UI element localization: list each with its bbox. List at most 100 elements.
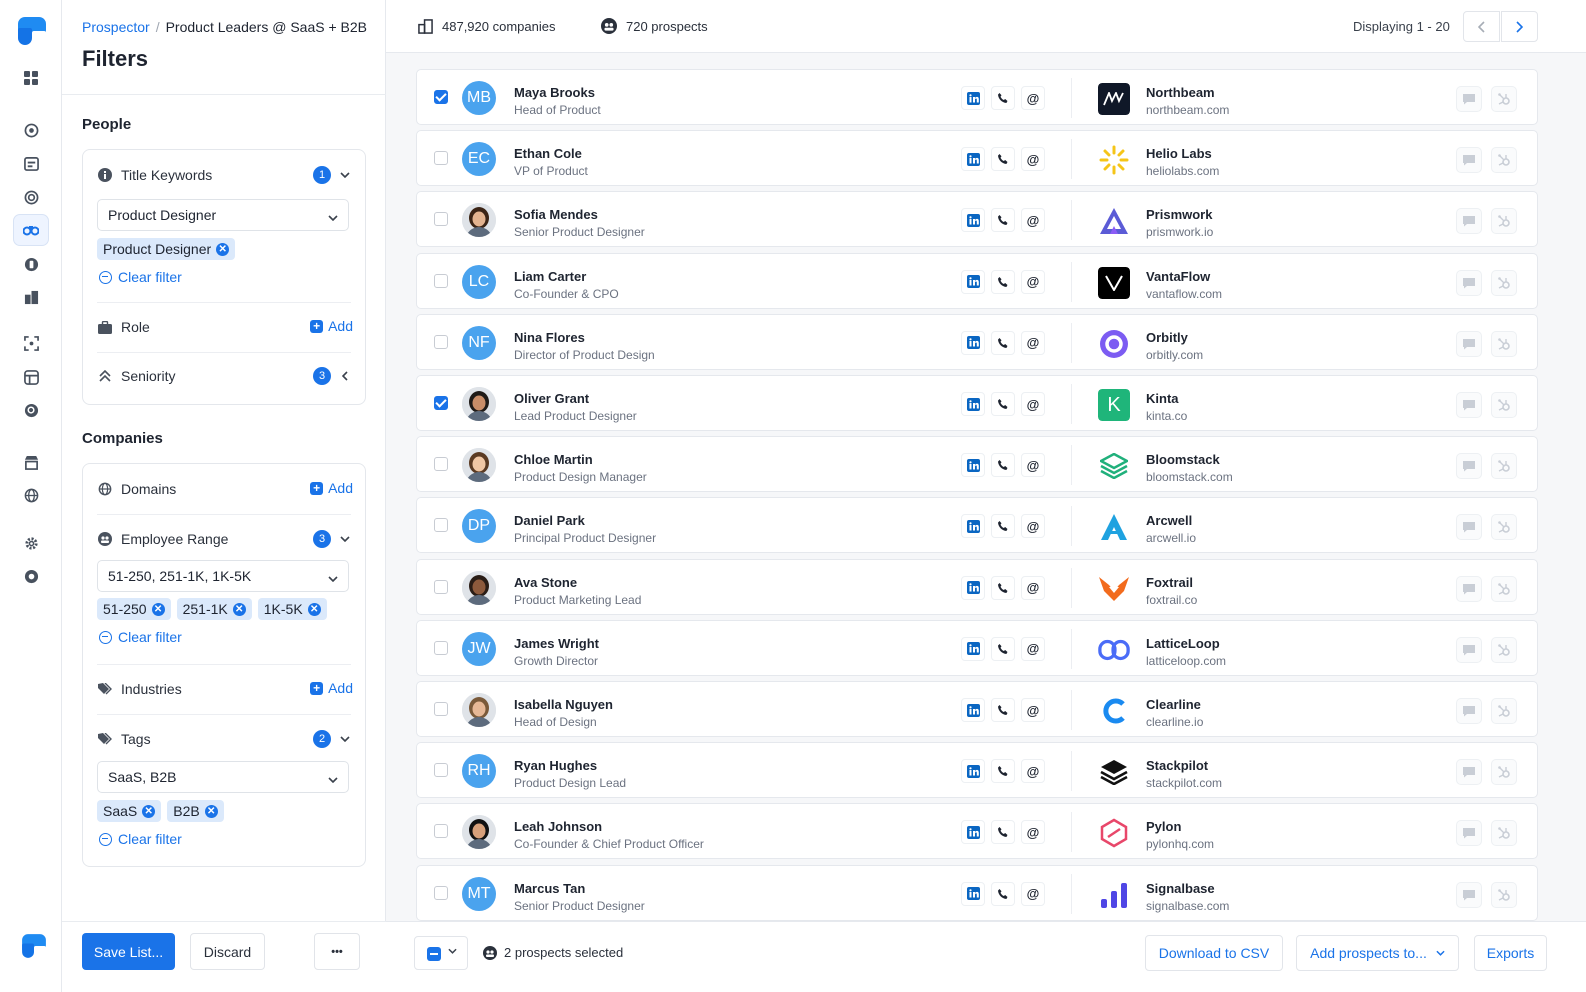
role-filter[interactable]: Role + Add [97, 315, 353, 339]
chevron-down-icon[interactable] [337, 166, 353, 184]
company-domain[interactable]: signalbase.com [1146, 899, 1229, 913]
linkedin-icon[interactable] [961, 453, 985, 478]
phone-icon[interactable] [991, 759, 1015, 784]
company-domain[interactable]: arcwell.io [1146, 531, 1196, 545]
phone-icon[interactable] [991, 820, 1015, 845]
linkedin-icon[interactable] [961, 269, 985, 294]
prospect-name[interactable]: Liam Carter [514, 269, 586, 284]
row-checkbox[interactable] [434, 702, 448, 716]
email-at-icon[interactable]: @ [1021, 514, 1045, 539]
prospect-row[interactable]: JW James Wright Growth Director @ LatticeLoo… [416, 619, 1538, 676]
row-checkbox[interactable] [434, 579, 448, 594]
dashboard-icon[interactable] [18, 65, 44, 91]
email-at-icon[interactable]: @ [1021, 698, 1045, 722]
company-domain[interactable]: prismwork.io [1146, 225, 1213, 239]
hubspot-sync-icon[interactable] [1491, 881, 1517, 908]
remove-chip-icon[interactable]: ✕ [142, 804, 156, 818]
hubspot-sync-icon[interactable] [1491, 820, 1517, 847]
employee-range-filter[interactable]: Employee Range 3 [97, 527, 353, 551]
chat-bubble-icon[interactable] [1456, 453, 1482, 480]
email-at-icon[interactable]: @ [1021, 208, 1045, 233]
phone-icon[interactable] [991, 208, 1015, 233]
company-name[interactable]: Bloomstack [1146, 452, 1220, 467]
chat-bubble-icon[interactable] [1456, 208, 1482, 235]
row-checkbox[interactable] [434, 334, 448, 349]
hubspot-sync-icon[interactable] [1491, 208, 1517, 235]
prospect-row[interactable]: Chloe Martin Product Design Manager @ Bloom… [416, 436, 1538, 493]
prospect-name[interactable]: Isabella Nguyen [514, 697, 613, 712]
support-icon[interactable] [18, 563, 44, 589]
linkedin-icon[interactable] [961, 698, 985, 722]
hubspot-sync-icon[interactable] [1491, 759, 1517, 786]
save-list-button[interactable]: Save List... [82, 933, 175, 970]
chat-bubble-icon[interactable] [1456, 636, 1482, 663]
company-domain[interactable]: kinta.co [1146, 409, 1187, 423]
company-domain[interactable]: stackpilot.com [1146, 776, 1222, 790]
company-domain[interactable]: foxtrail.co [1146, 593, 1197, 607]
company-name[interactable]: Foxtrail [1146, 575, 1193, 590]
row-checkbox[interactable] [434, 90, 448, 104]
row-checkbox[interactable] [434, 212, 448, 227]
clear-filter-link[interactable]: Clear filter [99, 269, 182, 285]
tags-filter[interactable]: Tags 2 [97, 727, 353, 751]
add-prospects-to-button[interactable]: Add prospects to... [1296, 935, 1459, 971]
company-name[interactable]: Pylon [1146, 819, 1181, 834]
phone-icon[interactable] [991, 392, 1015, 416]
prospect-row[interactable]: LC Liam Carter Co-Founder & CPO @ VantaFlow v… [416, 252, 1538, 309]
row-checkbox[interactable] [434, 640, 448, 655]
prospect-name[interactable]: Ava Stone [514, 575, 577, 590]
hubspot-sync-icon[interactable] [1491, 330, 1517, 357]
email-at-icon[interactable]: @ [1021, 86, 1045, 110]
employee-range-select[interactable]: 51-250, 251-1K, 1K-5K [97, 560, 349, 592]
linkedin-icon[interactable] [961, 514, 985, 539]
company-domain[interactable]: orbitly.com [1146, 348, 1203, 362]
clear-filter-link[interactable]: Clear filter [99, 629, 182, 645]
remove-chip-icon[interactable]: ✕ [232, 602, 246, 616]
phone-icon[interactable] [991, 514, 1015, 539]
prospect-row[interactable]: Isabella Nguyen Head of Design @ Clearline c… [416, 681, 1538, 737]
domains-add-button[interactable]: + Add [310, 480, 353, 496]
row-checkbox[interactable] [434, 885, 448, 900]
company-domain[interactable]: pylonhq.com [1146, 837, 1214, 851]
company-name[interactable]: Arcwell [1146, 513, 1192, 528]
company-name[interactable]: Northbeam [1146, 85, 1215, 100]
prospect-name[interactable]: Maya Brooks [514, 85, 595, 100]
phone-icon[interactable] [991, 575, 1015, 600]
prospect-row[interactable]: MT Marcus Tan Senior Product Designer @ Sign… [416, 864, 1538, 921]
company-name[interactable]: Prismwork [1146, 207, 1212, 222]
company-domain[interactable]: clearline.io [1146, 715, 1203, 729]
app-logo[interactable] [18, 17, 46, 45]
row-checkbox[interactable] [434, 457, 448, 472]
next-page-button[interactable] [1501, 11, 1538, 42]
hubspot-sync-icon[interactable] [1491, 514, 1517, 541]
phone-icon[interactable] [991, 330, 1015, 355]
table-icon[interactable] [18, 364, 44, 390]
linkedin-icon[interactable] [961, 86, 985, 110]
hubspot-sync-icon[interactable] [1491, 575, 1517, 602]
company-name[interactable]: Stackpilot [1146, 758, 1208, 773]
industries-filter[interactable]: Industries + Add [97, 677, 353, 701]
row-checkbox[interactable] [434, 396, 448, 410]
buildings-icon[interactable] [18, 284, 44, 310]
prospect-row[interactable]: DP Daniel Park Principal Product Designer @… [416, 497, 1538, 554]
company-name[interactable]: Kinta [1146, 391, 1179, 406]
prospect-row[interactable]: Oliver Grant Lead Product Designer @ K Kinta… [416, 375, 1538, 431]
email-at-icon[interactable]: @ [1021, 453, 1045, 478]
title-keywords-filter[interactable]: Title Keywords 1 [97, 163, 353, 187]
prospect-row[interactable]: Leah Johnson Co-Founder & Chief Product O… [416, 803, 1538, 860]
scan-icon[interactable] [18, 330, 44, 356]
download-csv-button[interactable]: Download to CSV [1145, 935, 1283, 971]
row-checkbox[interactable] [434, 763, 448, 778]
chat-bubble-icon[interactable] [1456, 330, 1482, 357]
chat-bubble-icon[interactable] [1456, 759, 1482, 786]
insights-icon[interactable] [18, 251, 44, 277]
hubspot-sync-icon[interactable] [1491, 269, 1517, 296]
phone-icon[interactable] [991, 698, 1015, 722]
discard-button[interactable]: Discard [190, 933, 265, 970]
email-at-icon[interactable]: @ [1021, 575, 1045, 600]
breadcrumb-root-link[interactable]: Prospector [82, 19, 150, 35]
email-at-icon[interactable]: @ [1021, 820, 1045, 845]
company-name[interactable]: Clearline [1146, 697, 1201, 712]
prospect-name[interactable]: Oliver Grant [514, 391, 589, 406]
email-at-icon[interactable]: @ [1021, 881, 1045, 906]
